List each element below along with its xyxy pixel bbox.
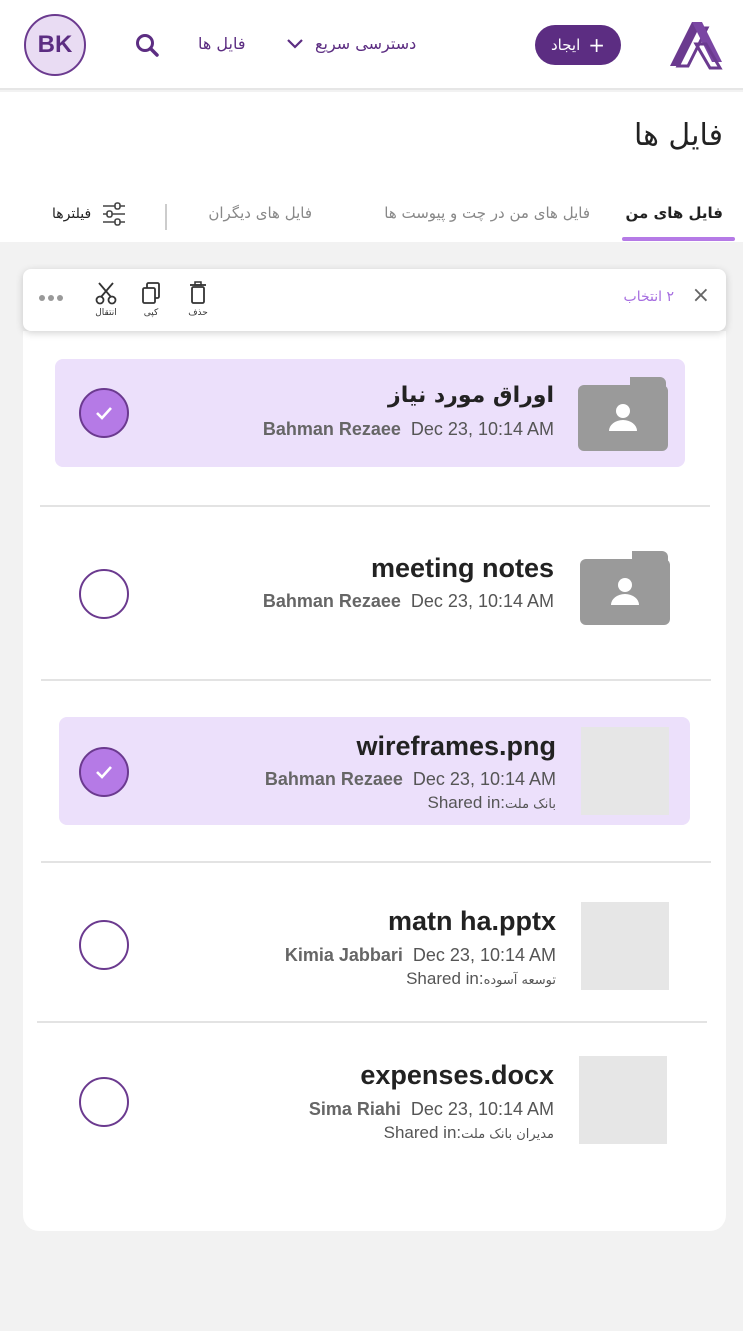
create-button[interactable]: ایجاد + [535,25,621,65]
nav-files-link[interactable]: فایل ها [198,34,246,53]
row-divider [41,861,711,863]
row-divider [37,1021,707,1023]
file-thumbnail [581,727,669,815]
tab-others-files[interactable]: فایل های دیگران [208,204,312,222]
shared-folder-icon [580,551,670,625]
row-checkbox[interactable] [79,569,129,619]
shared-in: Shared in:توسعه آسوده [406,969,556,989]
file-date: Dec 23, 10:14 AM [412,945,556,965]
tabs-bar: فایل های من فایل های من در چت و پیوست ها… [0,192,743,242]
tab-my-files[interactable]: فایل های من [626,204,724,222]
file-owner: Bahman Rezaee [262,591,401,611]
file-meta: Bahman Rezaee Dec 23, 10:14 AM [265,769,556,790]
shared-in-label: Shared in: [383,1123,462,1142]
search-icon[interactable] [134,32,160,58]
title-area: فایل ها فایل های من فایل های من در چت و … [0,92,743,242]
check-icon [96,766,112,779]
filters-label: فیلترها [52,206,92,222]
file-date: Dec 23, 10:14 AM [410,419,554,439]
scissors-icon [95,282,117,305]
plus-icon: + [588,33,606,57]
active-tab-indicator [622,237,735,241]
app-logo[interactable] [666,18,724,72]
file-list: اوراق مورد نیاز Bahman Rezaee Dec 23, 10:… [23,331,726,1231]
move-button[interactable]: انتقال [89,281,123,318]
check-icon [96,407,112,420]
file-name[interactable]: matn ha.pptx [388,906,556,937]
avatar[interactable]: BK [24,14,86,76]
file-meta: Bahman Rezaee Dec 23, 10:14 AM [263,419,554,440]
shared-in-value: مدیران بانک ملت [461,1127,554,1142]
copy-label: کپی [143,308,159,318]
file-date: Dec 23, 10:14 AM [410,1099,554,1119]
shared-folder-icon [578,377,668,451]
shared-in-value: بانک ملت [505,797,556,812]
trash-icon [190,281,206,304]
shared-in: Shared in:بانک ملت [428,793,557,813]
file-name[interactable]: meeting notes [371,553,554,584]
file-owner: Sima Riahi [308,1099,401,1119]
file-date: Dec 23, 10:14 AM [410,591,554,611]
row-divider [40,505,710,507]
page-title: فایل ها [633,118,723,153]
file-owner: Kimia Jabbari [284,945,403,965]
quick-access-menu[interactable]: دسترسی سریع [285,33,416,53]
selection-count: ۲ انتخاب [624,289,674,305]
selected-count-label: انتخاب [623,289,663,305]
sliders-icon [103,202,126,226]
file-name: wireframes.png [356,731,556,761]
file-thumbnail [579,1056,667,1144]
shared-in-value: توسعه آسوده [483,973,556,988]
chevron-down-icon [287,39,303,49]
delete-label: حذف [188,308,208,318]
copy-icon [142,282,160,304]
filters-button[interactable]: فیلترها [52,202,127,226]
file-meta: Kimia Jabbari Dec 23, 10:14 AM [285,945,556,966]
row-checkbox[interactable] [79,1077,129,1127]
more-options-icon[interactable] [39,295,63,301]
row-divider [41,679,711,681]
move-label: انتقال [95,308,117,318]
copy-button[interactable]: کپی [134,281,168,318]
selection-action-bar: × ۲ انتخاب حذف کپی انتقال [23,269,726,331]
close-selection-icon[interactable]: × [692,285,710,307]
quick-access-label: دسترسی سریع [315,33,417,53]
file-thumbnail [581,902,669,990]
file-meta: Sima Riahi Dec 23, 10:14 AM [309,1099,554,1120]
file-meta: Bahman Rezaee Dec 23, 10:14 AM [263,591,554,612]
file-owner: Bahman Rezaee [264,769,403,789]
file-name: اوراق مورد نیاز [388,383,554,408]
row-checkbox[interactable] [79,388,129,438]
tab-divider [165,204,167,230]
file-date: Dec 23, 10:14 AM [412,769,556,789]
file-owner: Bahman Rezaee [262,419,401,439]
shared-in-label: Shared in: [427,793,506,812]
selected-count-number: ۲ [666,289,674,305]
row-checkbox[interactable] [79,747,129,797]
shared-in-label: Shared in: [406,969,484,988]
row-checkbox[interactable] [79,920,129,970]
create-label: ایجاد [550,36,581,54]
shared-in: Shared in:مدیران بانک ملت [384,1123,554,1143]
top-header: BK فایل ها دسترسی سریع ایجاد + [0,0,743,90]
delete-button[interactable]: حذف [181,281,215,318]
tab-chat-attachments[interactable]: فایل های من در چت و پیوست ها [384,204,590,222]
file-name[interactable]: expenses.docx [360,1060,554,1091]
